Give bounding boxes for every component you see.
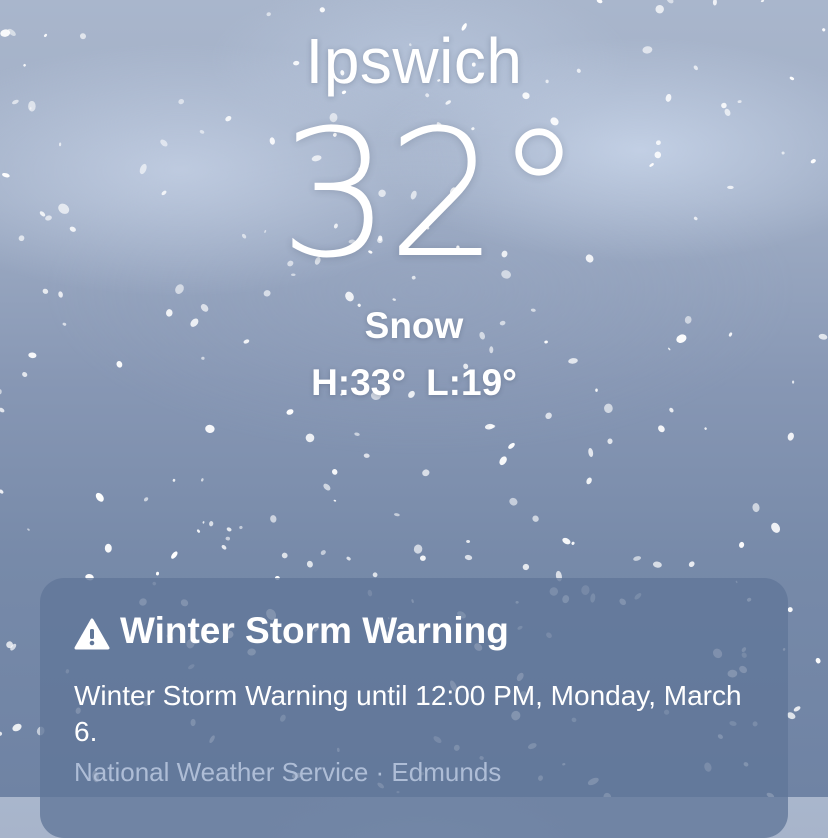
snowflake: [333, 499, 337, 502]
snowflake: [239, 525, 243, 530]
snowflake: [58, 291, 63, 298]
snowflake: [394, 513, 400, 517]
snowflake: [202, 521, 205, 524]
snowflake: [652, 561, 662, 568]
snowflake: [596, 0, 603, 4]
weather-condition: Snow: [364, 305, 464, 346]
snowflake: [320, 550, 326, 556]
snowflake: [0, 407, 5, 413]
snowflake: [419, 555, 426, 561]
high-low-temperatures: H:33° L:19°: [0, 362, 828, 404]
snowflake: [263, 290, 271, 297]
snowflake: [522, 563, 530, 571]
snowflake: [752, 503, 760, 513]
snowflake: [281, 552, 288, 559]
snowflake: [95, 492, 104, 502]
snowflake: [172, 478, 176, 482]
snowflake: [666, 0, 674, 4]
snowflake: [413, 544, 423, 554]
snowflake: [760, 0, 765, 3]
snowflake: [346, 556, 351, 561]
snowflake: [104, 543, 112, 553]
low-temperature: L:19°: [426, 362, 517, 403]
snowflake: [532, 515, 539, 522]
current-temperature: 32°: [279, 92, 583, 297]
snowflake: [509, 497, 518, 506]
snowflake: [209, 521, 214, 527]
snowflake: [545, 412, 552, 420]
high-temperature: H:33°: [311, 362, 407, 403]
city-name: Ipswich: [305, 25, 523, 97]
snowflake: [27, 528, 30, 531]
snowflake: [466, 540, 471, 543]
snowflake: [422, 469, 430, 477]
snowflake: [669, 407, 674, 413]
snowflake: [392, 298, 396, 301]
snowflake: [143, 497, 149, 502]
snowflake: [270, 515, 277, 523]
snowflake: [604, 403, 613, 413]
snowflake: [201, 478, 204, 482]
snowflake: [12, 723, 22, 732]
alert-header: Winter Storm Warning: [74, 608, 754, 654]
snowflake: [668, 347, 671, 351]
snowflake: [489, 346, 494, 354]
snowflake: [306, 560, 313, 568]
snowflake: [266, 12, 271, 17]
snowflake: [508, 442, 515, 449]
snowflake: [712, 0, 717, 6]
warning-triangle-icon: [74, 615, 110, 650]
snowflake: [372, 572, 378, 578]
snowflake: [633, 556, 641, 561]
snowflake: [607, 438, 613, 445]
snowflake: [205, 424, 215, 434]
snowflake: [363, 453, 370, 458]
snowflake: [221, 544, 227, 550]
snowflake: [739, 541, 745, 548]
snowflake: [225, 536, 231, 541]
snowflake: [655, 4, 664, 14]
snowflake: [28, 352, 37, 359]
snowflake: [354, 432, 360, 436]
snowflake: [658, 425, 665, 433]
snowflake: [489, 424, 496, 429]
snowflake: [499, 456, 507, 466]
alert-title: Winter Storm Warning: [120, 610, 509, 651]
severe-weather-alert-card[interactable]: Winter Storm Warning Winter Storm Warnin…: [40, 578, 788, 838]
snowflake: [571, 541, 575, 545]
snowflake: [787, 432, 794, 441]
snowflake: [6, 641, 13, 649]
snowflake: [704, 427, 707, 430]
snowflake: [0, 731, 3, 736]
snowflake: [305, 433, 315, 443]
snowflake: [562, 537, 571, 545]
snowflake: [771, 522, 781, 533]
snowflake: [286, 409, 294, 415]
alert-description: Winter Storm Warning until 12:00 PM, Mon…: [74, 680, 742, 747]
snowflake: [331, 468, 338, 475]
snowflake: [226, 527, 232, 532]
snowflake: [196, 529, 201, 533]
snowflake: [0, 489, 4, 494]
snowflake: [201, 356, 205, 360]
snowflake: [688, 561, 695, 568]
snowflake: [484, 423, 495, 430]
alert-source[interactable]: National Weather Service · Edmunds: [74, 756, 754, 788]
snowflake: [171, 551, 178, 559]
snowflake: [793, 706, 801, 712]
snowflake: [323, 483, 331, 491]
snowflake: [155, 571, 160, 576]
snowflake: [815, 657, 821, 664]
snowflake: [319, 7, 325, 13]
snowflake: [10, 643, 17, 651]
snowflake: [586, 477, 592, 485]
snowflake: [588, 448, 594, 457]
snowflake: [464, 554, 473, 561]
